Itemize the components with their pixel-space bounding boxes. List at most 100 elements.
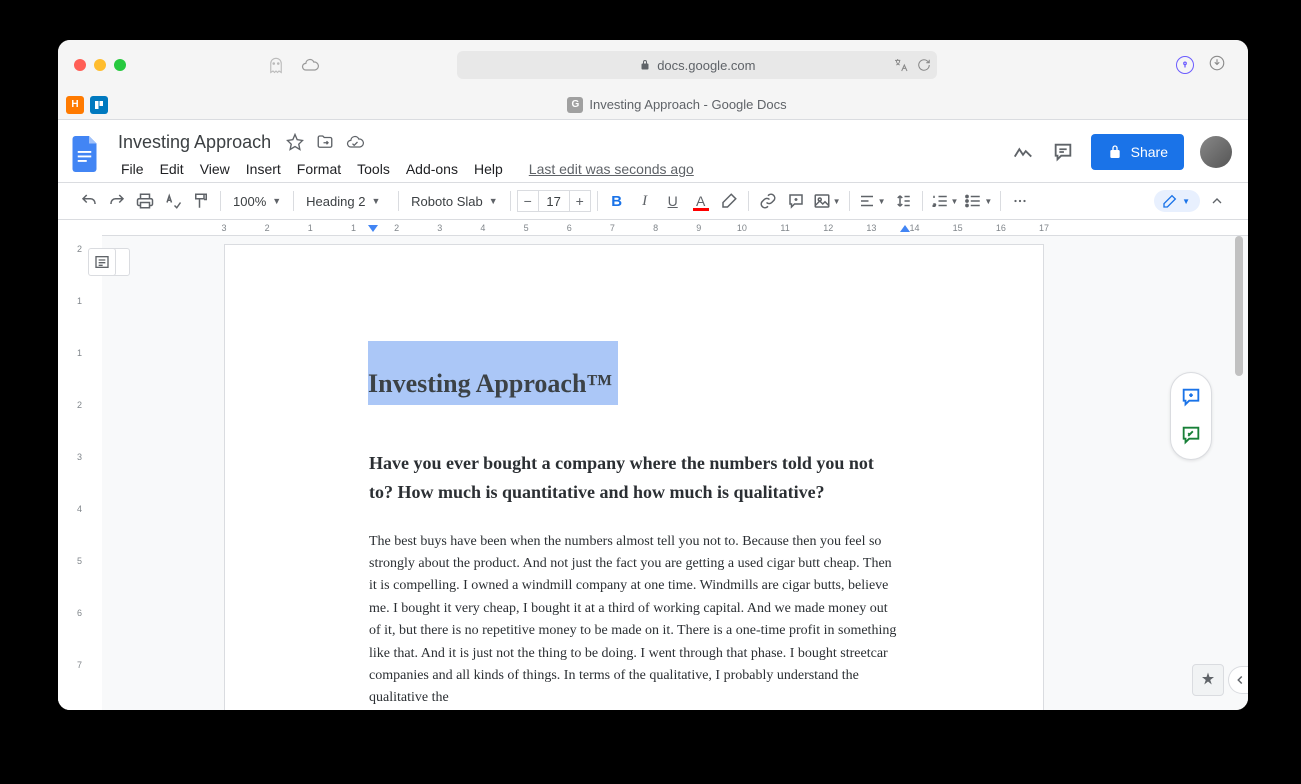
zoom-select[interactable]: 100%▼ xyxy=(227,188,287,214)
menu-addons[interactable]: Add-ons xyxy=(399,157,465,181)
docs-header: Investing Approach File Edit View Insert… xyxy=(58,120,1248,182)
explore-button[interactable] xyxy=(1192,664,1224,696)
ruler-tick-v: 1 xyxy=(77,296,82,306)
highlight-button[interactable] xyxy=(716,188,742,214)
ruler-tick: 2 xyxy=(265,223,270,233)
menu-file[interactable]: File xyxy=(114,157,151,181)
ruler-tick-v: 2 xyxy=(77,400,82,410)
more-button[interactable] xyxy=(1007,188,1033,214)
activity-icon[interactable] xyxy=(1011,140,1035,164)
doc-title[interactable]: Investing Approach xyxy=(114,130,275,155)
left-indent-marker[interactable] xyxy=(368,225,378,236)
comments-icon[interactable] xyxy=(1051,140,1075,164)
menu-help[interactable]: Help xyxy=(467,157,510,181)
link-button[interactable] xyxy=(755,188,781,214)
tab-bar: H G Investing Approach - Google Docs xyxy=(58,90,1248,120)
comment-tools xyxy=(1170,372,1212,460)
editing-mode-button[interactable]: ▼ xyxy=(1154,190,1200,212)
ruler-tick: 17 xyxy=(1039,223,1049,233)
italic-button[interactable]: I xyxy=(632,188,658,214)
cloud-status-icon[interactable] xyxy=(345,132,365,152)
translate-icon[interactable] xyxy=(893,57,909,73)
minimize-window[interactable] xyxy=(94,59,106,71)
bulleted-list-button[interactable]: ▼ xyxy=(962,188,994,214)
align-button[interactable]: ▼ xyxy=(856,188,888,214)
heading-2: Have you ever bought a company where the… xyxy=(369,449,899,507)
ruler-tick: 6 xyxy=(567,223,572,233)
font-select[interactable]: Roboto Slab▼ xyxy=(405,188,503,214)
line-spacing-button[interactable] xyxy=(890,188,916,214)
active-tab[interactable]: G Investing Approach - Google Docs xyxy=(114,97,1240,113)
account-avatar[interactable] xyxy=(1200,136,1232,168)
menu-edit[interactable]: Edit xyxy=(153,157,191,181)
paint-format-button[interactable] xyxy=(188,188,214,214)
menu-insert[interactable]: Insert xyxy=(239,157,288,181)
share-label: Share xyxy=(1131,144,1168,160)
move-icon[interactable] xyxy=(315,132,335,152)
menu-bar: File Edit View Insert Format Tools Add-o… xyxy=(114,156,701,182)
suggest-edits-button[interactable] xyxy=(1177,421,1205,449)
onepassword-icon[interactable] xyxy=(1176,56,1194,74)
selected-heading[interactable]: Investing Approach™ xyxy=(368,341,618,405)
address-bar[interactable]: docs.google.com xyxy=(457,51,937,79)
add-comment-button[interactable] xyxy=(1177,383,1205,411)
style-select[interactable]: Heading 2▼ xyxy=(300,188,392,214)
ruler-tick-v: 4 xyxy=(77,504,82,514)
ruler-tick: 8 xyxy=(653,223,658,233)
editor-area: 21123456789 Investing Approach™ Have you… xyxy=(58,236,1248,710)
ruler-tick: 1 xyxy=(351,223,356,233)
comment-button[interactable] xyxy=(783,188,809,214)
share-button[interactable]: Share xyxy=(1091,134,1184,170)
font-size-input[interactable] xyxy=(539,190,569,212)
ruler-tick: 1 xyxy=(308,223,313,233)
document-page[interactable]: Investing Approach™ Have you ever bought… xyxy=(224,244,1044,710)
ruler-tick-v: 3 xyxy=(77,452,82,462)
undo-button[interactable] xyxy=(76,188,102,214)
vertical-scrollbar[interactable] xyxy=(1232,236,1246,710)
maximize-window[interactable] xyxy=(114,59,126,71)
text-color-button[interactable]: A xyxy=(688,188,714,214)
menu-view[interactable]: View xyxy=(193,157,237,181)
gdocs-favicon: G xyxy=(567,97,583,113)
ruler-tick: 7 xyxy=(610,223,615,233)
window-controls xyxy=(74,59,126,71)
ruler-tick-v: 6 xyxy=(77,608,82,618)
font-size-increase[interactable]: + xyxy=(569,190,591,212)
pinned-tab-2[interactable] xyxy=(90,96,108,114)
menu-format[interactable]: Format xyxy=(290,157,348,181)
cloud-icon[interactable] xyxy=(300,55,320,75)
close-window[interactable] xyxy=(74,59,86,71)
pencil-icon xyxy=(1162,193,1178,209)
collapse-toolbar-button[interactable] xyxy=(1204,188,1230,214)
right-indent-marker[interactable] xyxy=(900,225,910,236)
vertical-ruler[interactable]: 21123456789 xyxy=(58,236,102,710)
ruler-tick: 5 xyxy=(524,223,529,233)
ruler-tick: 9 xyxy=(696,223,701,233)
star-icon[interactable] xyxy=(285,132,305,152)
docs-logo[interactable] xyxy=(68,128,104,176)
formatting-toolbar: 100%▼ Heading 2▼ Roboto Slab▼ − + B I U … xyxy=(58,182,1248,220)
heading-1: Investing Approach™ xyxy=(368,369,612,398)
font-size-control: − + xyxy=(517,190,591,212)
pinned-tab-1[interactable]: H xyxy=(66,96,84,114)
ruler-tick: 4 xyxy=(480,223,485,233)
ghost-extension-icon[interactable] xyxy=(266,55,286,75)
print-button[interactable] xyxy=(132,188,158,214)
underline-button[interactable]: U xyxy=(660,188,686,214)
document-outline-button[interactable] xyxy=(88,248,116,276)
horizontal-ruler[interactable]: 3211234567891011121314151617 xyxy=(102,220,1248,236)
ruler-tick: 3 xyxy=(437,223,442,233)
last-edit-link[interactable]: Last edit was seconds ago xyxy=(522,157,701,181)
reload-icon[interactable] xyxy=(917,58,931,72)
spellcheck-button[interactable] xyxy=(160,188,186,214)
image-button[interactable]: ▼ xyxy=(811,188,843,214)
menu-tools[interactable]: Tools xyxy=(350,157,397,181)
downloads-icon[interactable] xyxy=(1208,54,1226,77)
font-size-decrease[interactable]: − xyxy=(517,190,539,212)
redo-button[interactable] xyxy=(104,188,130,214)
scrollbar-thumb[interactable] xyxy=(1235,236,1243,376)
body-paragraph: The best buys have been when the numbers… xyxy=(369,531,899,710)
lock-icon xyxy=(639,59,651,71)
numbered-list-button[interactable]: ▼ xyxy=(929,188,961,214)
bold-button[interactable]: B xyxy=(604,188,630,214)
